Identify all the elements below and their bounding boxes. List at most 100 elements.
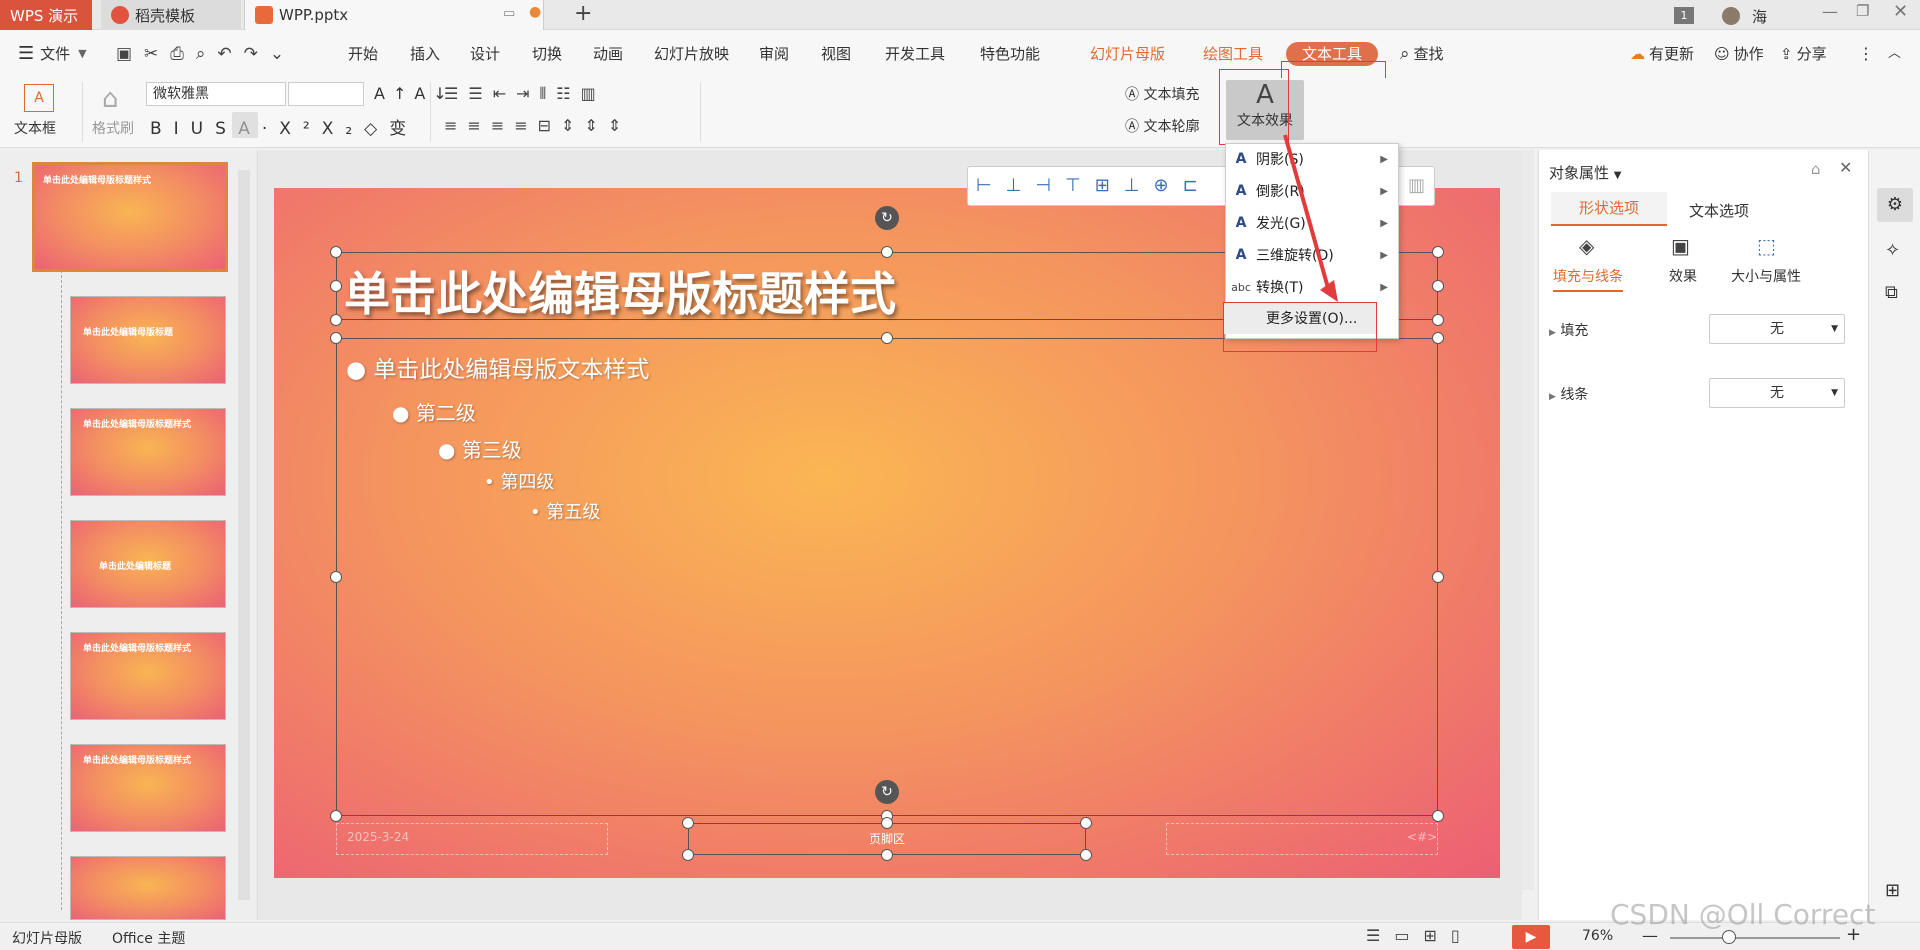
text-fill-button[interactable]: Ⓐ 文本填充 bbox=[1125, 84, 1199, 104]
menu-design[interactable]: 设计 bbox=[470, 42, 500, 66]
resize-handle[interactable] bbox=[330, 332, 342, 344]
resize-handle[interactable] bbox=[1080, 849, 1092, 861]
menu-home[interactable]: 开始 bbox=[348, 42, 378, 66]
animation-icon[interactable]: ⧉ bbox=[1885, 282, 1898, 303]
layout-thumbnail[interactable]: 单击此处编辑标题 bbox=[70, 520, 226, 608]
thumbnail-scrollbar[interactable] bbox=[238, 170, 250, 900]
canvas-scrollbar[interactable] bbox=[1522, 150, 1534, 890]
new-tab-button[interactable]: + bbox=[574, 0, 592, 28]
resize-handle[interactable] bbox=[881, 849, 893, 861]
menu-developer[interactable]: 开发工具 bbox=[885, 42, 945, 66]
resize-handle[interactable] bbox=[330, 571, 342, 583]
file-menu[interactable]: ☰ 文件 ▼ bbox=[18, 42, 87, 66]
body-placeholder[interactable] bbox=[336, 338, 1438, 816]
more-icon[interactable]: ⋮ bbox=[1858, 42, 1874, 66]
sub-tab-effect[interactable]: 效果 bbox=[1669, 266, 1697, 286]
update-button[interactable]: ☁ 有更新 bbox=[1630, 42, 1694, 66]
date-placeholder[interactable]: 2025-3-24 bbox=[336, 823, 608, 855]
minimize-icon[interactable]: — bbox=[1822, 2, 1838, 21]
rotate-icon[interactable]: ↻ bbox=[875, 780, 899, 804]
share-button[interactable]: ⇪ 分享 bbox=[1780, 42, 1827, 66]
font-style-buttons[interactable]: BIUSA·X²X₂◇变 bbox=[150, 114, 418, 139]
list-buttons[interactable]: ☰☰⇤⇥⫴☷▥ bbox=[444, 84, 606, 104]
menu-insert[interactable]: 插入 bbox=[410, 42, 440, 66]
bullet-level-5[interactable]: • 第五级 bbox=[530, 498, 600, 524]
zoom-slider-thumb[interactable] bbox=[1722, 930, 1736, 944]
master-thumbnail[interactable]: 单击此处编辑母版标题样式 bbox=[32, 162, 228, 272]
close-icon[interactable]: ✕ bbox=[1839, 158, 1852, 177]
play-icon[interactable]: ▶ bbox=[1512, 925, 1550, 949]
font-size-select[interactable] bbox=[288, 82, 364, 106]
font-family-select[interactable]: 微软雅黑 bbox=[146, 82, 286, 106]
format-painter-icon[interactable]: ⌂ bbox=[102, 84, 119, 114]
resize-handle[interactable] bbox=[1432, 314, 1444, 326]
layout-thumbnail[interactable]: 单击此处编辑母版标题样式 bbox=[70, 744, 226, 832]
page-number-placeholder[interactable]: <#> bbox=[1166, 823, 1438, 855]
tab-text-options[interactable]: 文本选项 bbox=[1689, 200, 1749, 221]
menu-animation[interactable]: 动画 bbox=[593, 42, 623, 66]
resize-handle[interactable] bbox=[330, 314, 342, 326]
grid-icon[interactable]: ⊞ bbox=[1885, 880, 1900, 901]
menu-special[interactable]: 特色功能 bbox=[980, 42, 1040, 66]
menu-review[interactable]: 审阅 bbox=[759, 42, 789, 66]
bullet-level-1[interactable]: ● 单击此处编辑母版文本样式 bbox=[346, 350, 649, 384]
app-tab[interactable]: WPS 演示 bbox=[0, 0, 92, 30]
resize-handle[interactable] bbox=[1432, 571, 1444, 583]
resize-handle[interactable] bbox=[1080, 817, 1092, 829]
layout-thumbnail[interactable]: 单击此处编辑母版标题 bbox=[70, 296, 226, 384]
align-icons[interactable]: ⊢⊥⊣⊤⊞⊥⊕⊏ bbox=[976, 175, 1212, 196]
font-grow-shrink-icons[interactable]: A↑A↓ bbox=[374, 84, 455, 103]
menu-slide-master[interactable]: 幻灯片母版 bbox=[1090, 42, 1165, 66]
resize-handle[interactable] bbox=[1432, 280, 1444, 292]
text-outline-button[interactable]: Ⓐ 文本轮廓 bbox=[1125, 116, 1199, 136]
sub-tab-fill-line[interactable]: 填充与线条 bbox=[1553, 266, 1623, 292]
avatar[interactable] bbox=[1722, 7, 1740, 25]
quick-access-toolbar[interactable]: ▣✂⎙⌕↶↷⌄ bbox=[116, 44, 296, 64]
template-tab[interactable]: 稻壳模板 bbox=[101, 0, 241, 30]
search-button[interactable]: ⌕ 查找 bbox=[1400, 42, 1444, 66]
properties-icon[interactable]: ⚙ bbox=[1877, 188, 1913, 222]
menu-transition[interactable]: 切换 bbox=[532, 42, 562, 66]
view-mode-icons[interactable]: ☰▭⊞▯ bbox=[1366, 926, 1474, 945]
zoom-slider[interactable] bbox=[1670, 937, 1840, 939]
sub-tab-size[interactable]: 大小与属性 bbox=[1731, 266, 1801, 286]
format-painter-button[interactable]: 格式刷 bbox=[92, 118, 134, 138]
layout-thumbnail[interactable]: 单击此处编辑母版标题样式 bbox=[70, 632, 226, 720]
restore-icon[interactable]: ❐ bbox=[1856, 2, 1869, 20]
slide-title[interactable]: 单击此处编辑母版标题样式 bbox=[344, 258, 896, 324]
resize-handle[interactable] bbox=[881, 246, 893, 258]
fill-section[interactable]: ▶ 填充 bbox=[1549, 320, 1588, 340]
bullet-level-3[interactable]: ● 第三级 bbox=[438, 434, 522, 463]
line-section[interactable]: ▶ 线条 bbox=[1549, 384, 1588, 404]
layout-thumbnail[interactable] bbox=[70, 856, 226, 920]
style-icon[interactable]: ✧ bbox=[1885, 240, 1900, 261]
resize-handle[interactable] bbox=[881, 817, 893, 829]
resize-handle[interactable] bbox=[330, 280, 342, 292]
zoom-level[interactable]: 76% bbox=[1582, 928, 1613, 944]
line-select[interactable]: 无 ▼ bbox=[1709, 378, 1845, 408]
bullet-level-2[interactable]: ● 第二级 bbox=[392, 397, 476, 426]
distribute-icon[interactable]: ▥ bbox=[1408, 175, 1425, 196]
collab-button[interactable]: ☺ 协作 bbox=[1714, 42, 1764, 66]
align-buttons[interactable]: ≡≡≡≡⊟⇕⇕⇕ bbox=[444, 116, 631, 135]
rotate-icon[interactable]: ↻ bbox=[875, 206, 899, 230]
window-count-badge[interactable]: 1 bbox=[1674, 7, 1694, 24]
collapse-ribbon-icon[interactable]: ︿ bbox=[1888, 42, 1901, 66]
monitor-icon[interactable]: ▭ bbox=[503, 6, 515, 21]
menu-view[interactable]: 视图 bbox=[821, 42, 851, 66]
textbox-button[interactable]: 文本框 bbox=[14, 118, 56, 138]
fill-select[interactable]: 无 ▼ bbox=[1709, 314, 1845, 344]
resize-handle[interactable] bbox=[682, 817, 694, 829]
tab-shape-options[interactable]: 形状选项 bbox=[1551, 192, 1667, 226]
panel-title[interactable]: 对象属性 ▼ bbox=[1549, 162, 1622, 183]
layout-thumbnail[interactable]: 单击此处编辑母版标题样式 bbox=[70, 408, 226, 496]
resize-handle[interactable] bbox=[1432, 246, 1444, 258]
resize-handle[interactable] bbox=[1432, 332, 1444, 344]
document-tab[interactable]: WPP.pptx ▭ ● bbox=[244, 0, 544, 30]
menu-slideshow[interactable]: 幻灯片放映 bbox=[654, 42, 729, 66]
resize-handle[interactable] bbox=[1432, 810, 1444, 822]
textbox-icon[interactable]: A bbox=[24, 84, 54, 112]
lock-icon[interactable]: ⌂ bbox=[1811, 160, 1821, 178]
resize-handle[interactable] bbox=[682, 849, 694, 861]
resize-handle[interactable] bbox=[881, 332, 893, 344]
